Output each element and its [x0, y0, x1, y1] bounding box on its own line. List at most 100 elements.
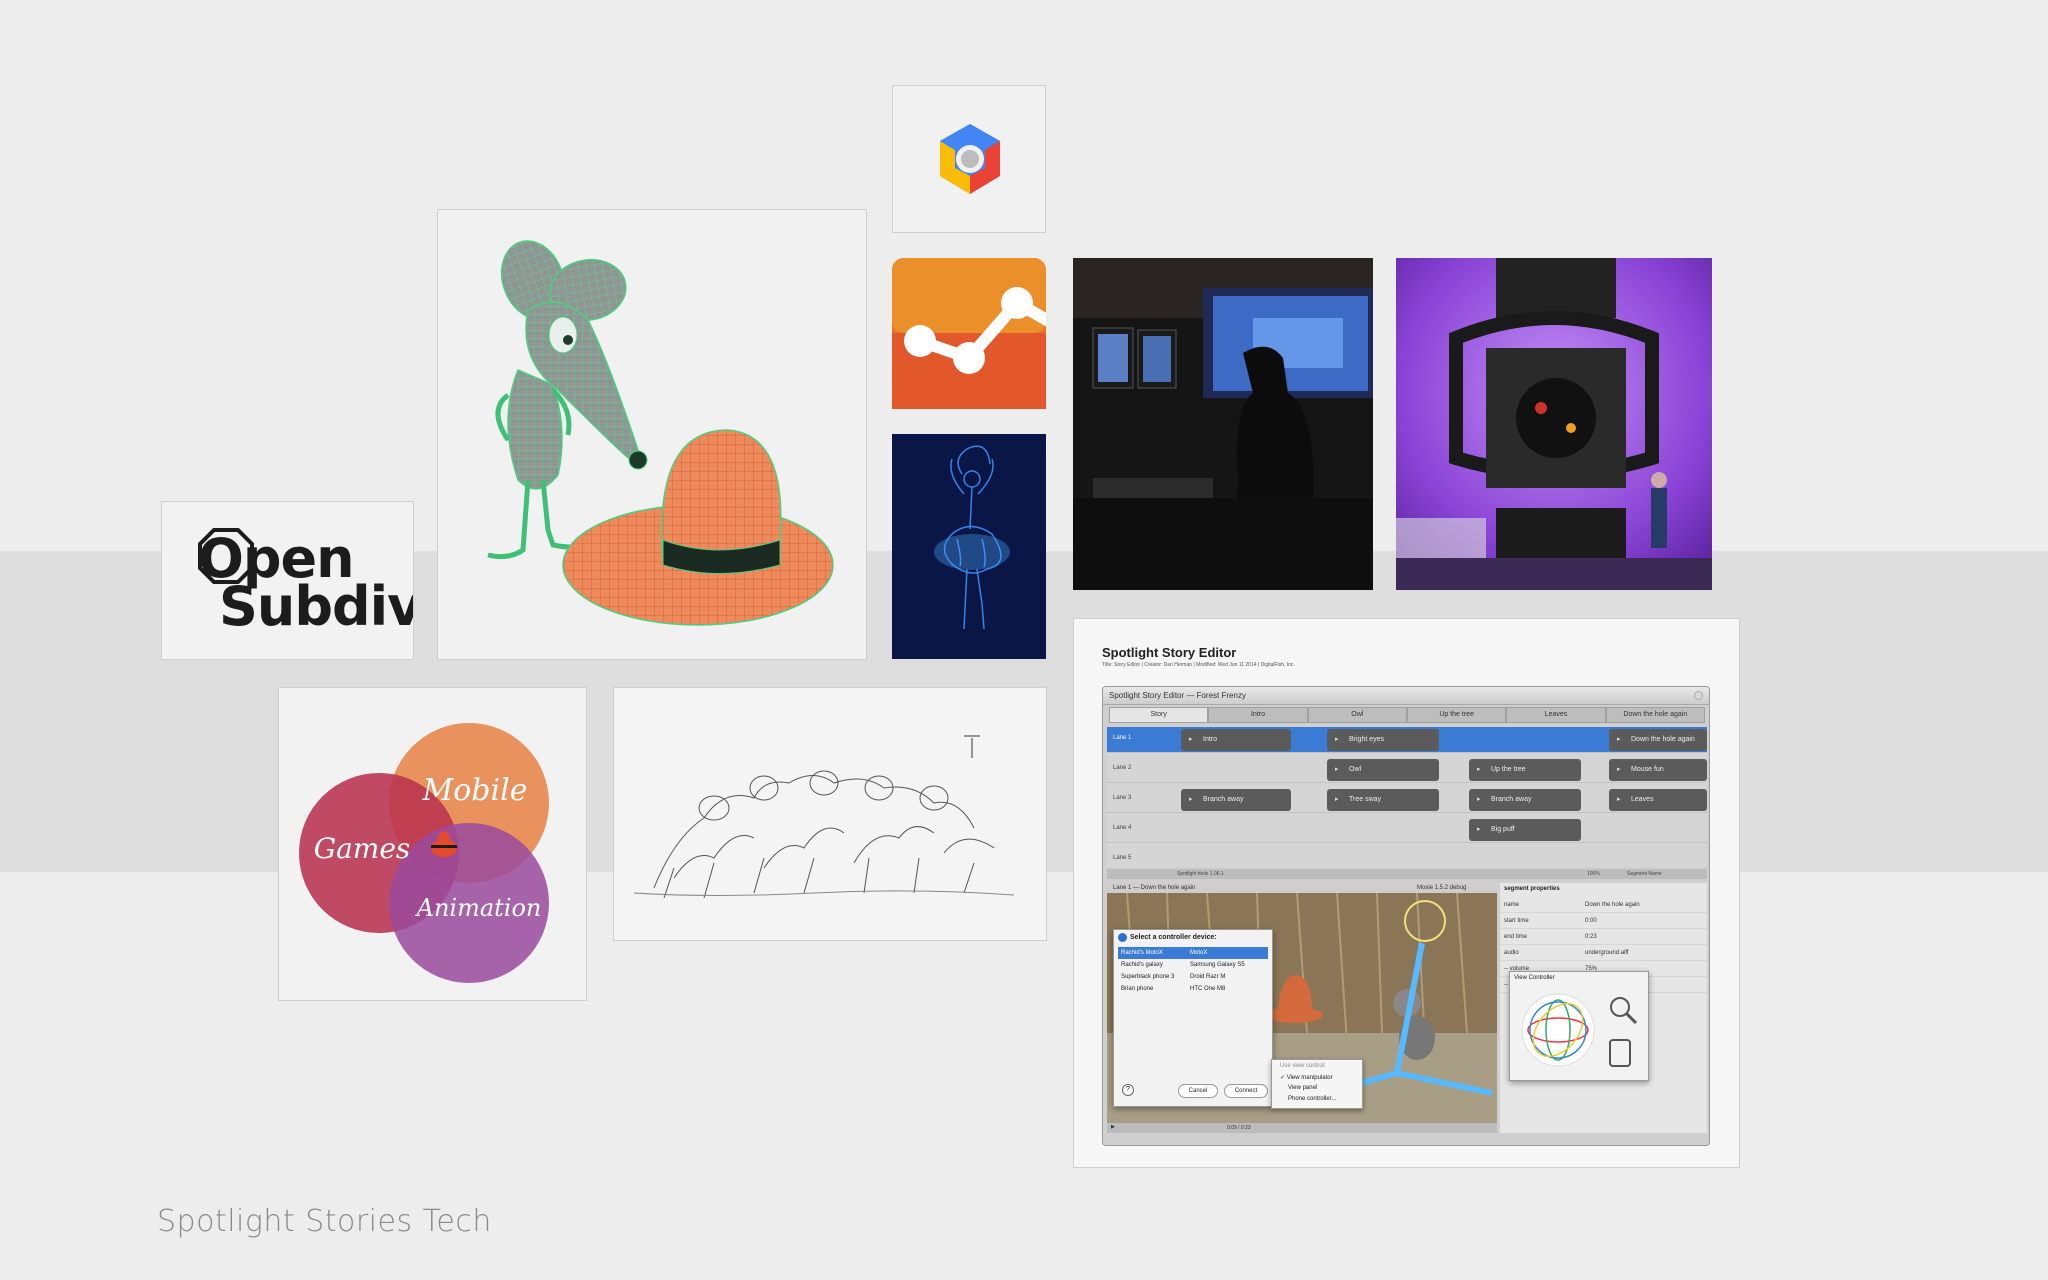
- device-select-dialog: Select a controller device: Rachid's Mot…: [1113, 929, 1273, 1107]
- timeline-toolbar: Spotlight tools 1.06.1 100% Segment Name: [1107, 869, 1707, 879]
- mouse-hat-wireframe-image: [437, 209, 867, 660]
- property-value: underground.aiff: [1585, 950, 1629, 956]
- segment-owl[interactable]: Owl: [1327, 759, 1439, 781]
- property-value: Down the hole again: [1585, 902, 1640, 908]
- menu-item-view-manipulator[interactable]: ✓ View manipulator: [1280, 1074, 1333, 1081]
- lane-label: Lane 4: [1113, 825, 1132, 831]
- device-name: Rachid's MotoX: [1121, 950, 1163, 956]
- menu-item-view-panel[interactable]: View panel: [1288, 1085, 1317, 1091]
- cancel-button[interactable]: Cancel: [1178, 1084, 1218, 1098]
- view-controller-panel: View Controller: [1509, 971, 1649, 1081]
- segment-intro[interactable]: Intro: [1181, 729, 1291, 751]
- tab-owl[interactable]: Owl: [1307, 707, 1407, 723]
- segment-mouse-fun[interactable]: Mouse fun: [1609, 759, 1707, 781]
- venn-label-games: Games: [314, 832, 411, 865]
- story-tabs: Story Intro Owl Up the tree Leaves Down …: [1109, 707, 1705, 723]
- google-analytics-icon: [892, 258, 1046, 409]
- help-button[interactable]: ?: [1122, 1084, 1134, 1096]
- segment-big-puff[interactable]: Big puff: [1469, 819, 1581, 841]
- segment-bright-eyes[interactable]: Bright eyes: [1327, 729, 1439, 751]
- property-key: start time: [1504, 918, 1529, 924]
- preview-viewport[interactable]: Lane 1 — Down the hole again Moxie 1.5.2…: [1107, 883, 1497, 1133]
- playback-time: 0:09 / 0:23: [1227, 1125, 1251, 1131]
- venn-label-mobile: Mobile: [422, 773, 528, 808]
- property-row[interactable]: end time 0:23: [1500, 929, 1707, 945]
- zoom-select[interactable]: 100%: [1587, 871, 1600, 877]
- google-cloud-logo-card: [892, 85, 1046, 233]
- menu-item-phone-controller[interactable]: Phone controller...: [1288, 1096, 1336, 1102]
- editor-window: Spotlight Story Editor — Forest Frenzy S…: [1102, 686, 1710, 1146]
- lane-label: Lane 3: [1113, 795, 1132, 801]
- segment-tree-sway[interactable]: Tree sway: [1327, 789, 1439, 811]
- properties-header: segment properties: [1504, 886, 1560, 892]
- lanes-panel: Lane 1 Intro Bright eyes Down the hole a…: [1107, 727, 1707, 873]
- toolbar-tools-label: Spotlight tools 1.06.1: [1177, 871, 1224, 877]
- window-titlebar: Spotlight Story Editor — Forest Frenzy: [1103, 687, 1709, 705]
- view-control-menu: Use view control: ✓ View manipulator Vie…: [1271, 1059, 1363, 1109]
- property-key: end time: [1504, 934, 1528, 940]
- property-row[interactable]: audio underground.aiff: [1500, 945, 1707, 961]
- lane-row[interactable]: Lane 1 Intro Bright eyes Down the hole a…: [1107, 727, 1707, 753]
- tab-up-the-tree[interactable]: Up the tree: [1406, 707, 1507, 723]
- device-model: MotoX: [1190, 950, 1208, 956]
- opensubdiv-word-subdiv: Subdiv: [219, 575, 414, 638]
- vr-setup-photo: [1073, 258, 1373, 590]
- camera-rig-photo: [1396, 258, 1712, 590]
- lane-label: Lane 1: [1113, 735, 1132, 741]
- tab-story[interactable]: Story: [1109, 707, 1209, 723]
- segment-up-the-tree[interactable]: Up the tree: [1469, 759, 1581, 781]
- play-icon[interactable]: ▶: [1111, 1124, 1115, 1130]
- viewport-debug: Moxie 1.5.2 debug: [1417, 885, 1467, 891]
- opensubdiv-logo-card: Open Subdiv: [161, 501, 414, 660]
- property-value: 0:23: [1585, 934, 1597, 940]
- dialog-title: Select a controller device:: [1130, 934, 1217, 941]
- google-analytics-logo-card: [892, 258, 1046, 409]
- viewport-title: Lane 1 — Down the hole again: [1113, 885, 1196, 891]
- device-name: Rachid's galaxy: [1121, 962, 1163, 968]
- tab-down-the-hole-again[interactable]: Down the hole again: [1605, 707, 1705, 723]
- device-row[interactable]: Brian phone HTC One M8: [1118, 983, 1268, 995]
- device-name: Superblack phone 3: [1121, 974, 1175, 980]
- editor-title: Spotlight Story Editor: [1102, 645, 1237, 660]
- menu-header: Use view control:: [1280, 1063, 1326, 1069]
- device-row[interactable]: Rachid's MotoX MotoX: [1118, 947, 1268, 959]
- property-value: 0:00: [1585, 918, 1597, 924]
- property-row[interactable]: start time 0:00: [1500, 913, 1707, 929]
- property-key: name: [1504, 902, 1520, 908]
- story-editor-card: Spotlight Story Editor Title: Story Edit…: [1073, 618, 1740, 1168]
- tab-leaves[interactable]: Leaves: [1506, 707, 1606, 723]
- bluetooth-icon: [1118, 933, 1127, 942]
- device-model: HTC One M8: [1190, 986, 1226, 992]
- lane-label: Lane 5: [1113, 855, 1132, 861]
- segment-down-the-hole-again[interactable]: Down the hole again: [1609, 729, 1707, 751]
- lane-label: Lane 2: [1113, 765, 1132, 771]
- segment-branch-away-2[interactable]: Branch away: [1469, 789, 1581, 811]
- menu-item-label: View manipulator: [1286, 1075, 1333, 1081]
- tab-intro[interactable]: Intro: [1208, 707, 1308, 723]
- venn-label-animation: Animation: [415, 894, 542, 922]
- view-controller-title: View Controller: [1514, 975, 1555, 981]
- playback-bar: ▶ 0:09 / 0:23: [1107, 1123, 1497, 1133]
- device-row[interactable]: Rachid's galaxy Samsung Galaxy S5: [1118, 959, 1268, 971]
- device-name: Brian phone: [1121, 986, 1154, 992]
- google-cloud-icon: [940, 124, 1000, 194]
- device-model: Samsung Galaxy S5: [1190, 962, 1245, 968]
- viewport-header: Lane 1 — Down the hole again Moxie 1.5.2…: [1107, 883, 1497, 893]
- property-row[interactable]: name Down the hole again: [1500, 897, 1707, 913]
- lane-row[interactable]: Lane 4 Big puff: [1107, 817, 1707, 843]
- lane-row[interactable]: Lane 2 Owl Up the tree Mouse fun: [1107, 757, 1707, 783]
- animation-sketch-image: [613, 687, 1047, 941]
- segment-name-field[interactable]: Segment Name: [1627, 871, 1662, 877]
- ballet-dancer-image: [892, 434, 1046, 659]
- property-key: audio: [1504, 950, 1519, 956]
- device-row[interactable]: Superblack phone 3 Droid Razr M: [1118, 971, 1268, 983]
- page-footer-title: Spotlight Stories Tech: [157, 1204, 492, 1239]
- device-model: Droid Razr M: [1190, 974, 1226, 980]
- window-title: Spotlight Story Editor — Forest Frenzy: [1109, 691, 1246, 700]
- lane-row[interactable]: Lane 3 Branch away Tree sway Branch away…: [1107, 787, 1707, 813]
- segment-leaves[interactable]: Leaves: [1609, 789, 1707, 811]
- connect-button[interactable]: Connect: [1224, 1084, 1268, 1098]
- venn-diagram-card: Mobile Games Animation: [278, 687, 587, 1001]
- segment-branch-away[interactable]: Branch away: [1181, 789, 1291, 811]
- close-icon[interactable]: [1694, 691, 1703, 700]
